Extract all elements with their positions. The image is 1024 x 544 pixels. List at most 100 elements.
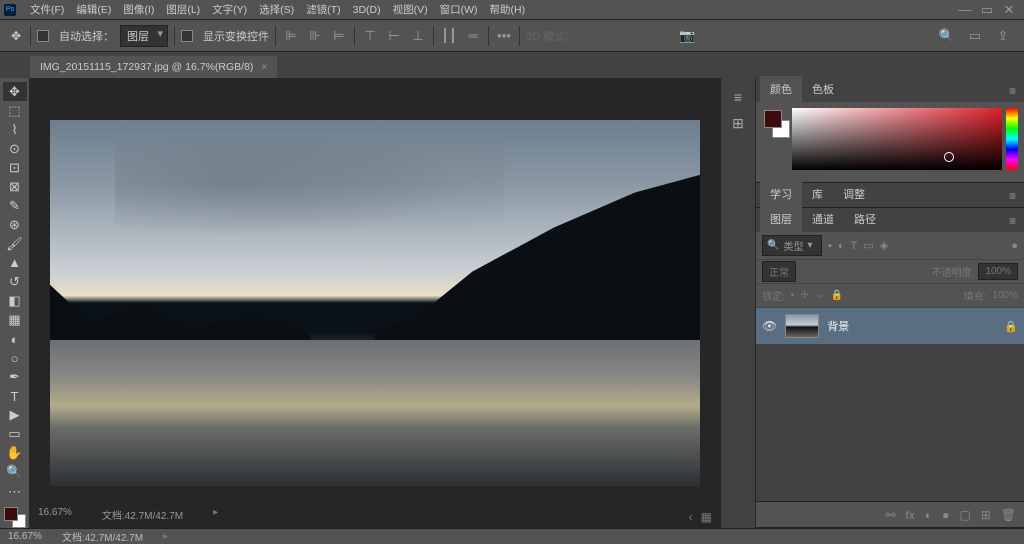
distribute-v-icon[interactable]: ═ — [464, 27, 482, 45]
layer-mask-icon[interactable]: ◐ — [925, 508, 932, 522]
path-select-tool[interactable]: ▶ — [3, 406, 27, 425]
menu-window[interactable]: 窗口(W) — [434, 0, 484, 20]
autoselect-dropdown[interactable]: 图层 — [120, 25, 168, 47]
autoselect-checkbox[interactable] — [37, 30, 49, 42]
showtransform-checkbox[interactable] — [181, 30, 193, 42]
brush-tool[interactable]: 🖌 — [3, 234, 27, 253]
more-icon[interactable]: ••• — [495, 27, 513, 45]
filter-smart-icon[interactable]: ◈ — [880, 239, 888, 252]
new-layer-icon[interactable]: ⊞ — [981, 508, 991, 522]
layer-row[interactable]: 👁 背景 🔒 — [756, 308, 1024, 344]
filter-pixel-icon[interactable]: ▪ — [828, 240, 832, 252]
tab-paths[interactable]: 路径 — [844, 206, 886, 232]
hand-tool[interactable]: ✋ — [3, 444, 27, 463]
zoom-tool[interactable]: 🔍 — [3, 463, 27, 482]
menu-edit[interactable]: 编辑(E) — [70, 0, 117, 20]
close-tab-icon[interactable]: × — [261, 62, 267, 73]
panel-menu-icon[interactable]: ≡ — [1001, 185, 1024, 207]
tab-color[interactable]: 颜色 — [760, 76, 802, 102]
canvas[interactable] — [50, 120, 700, 486]
dodge-tool[interactable]: ○ — [3, 349, 27, 368]
layer-filter-search[interactable]: 🔍 类型 ▾ — [762, 235, 822, 256]
panel-foreground-color[interactable] — [764, 110, 782, 128]
align-vmid-icon[interactable]: ⊢ — [385, 27, 403, 45]
doc-info-chevron-icon[interactable]: ▸ — [213, 507, 218, 522]
menu-filter[interactable]: 滤镜(T) — [300, 0, 346, 20]
tab-layers[interactable]: 图层 — [760, 206, 802, 232]
tab-adjustments[interactable]: 调整 — [833, 181, 875, 207]
tab-learn[interactable]: 学习 — [760, 181, 802, 207]
group-icon[interactable]: ▢ — [959, 508, 970, 522]
color-panel-swatch[interactable] — [762, 108, 786, 178]
align-right-icon[interactable]: ⊨ — [330, 27, 348, 45]
close-icon[interactable]: ✕ — [1002, 2, 1016, 18]
layer-name[interactable]: 背景 — [827, 318, 849, 334]
menu-file[interactable]: 文件(F) — [24, 0, 70, 20]
edit-toolbar[interactable]: ⋯ — [3, 482, 27, 501]
layer-fx-icon[interactable]: fx — [906, 508, 915, 522]
workspace-icon[interactable]: ▭ — [966, 27, 984, 45]
tab-swatches[interactable]: 色板 — [802, 76, 844, 102]
panel-menu-icon[interactable]: ≡ — [1001, 210, 1024, 232]
quick-select-tool[interactable]: ⊙ — [3, 139, 27, 158]
align-top-icon[interactable]: ⊤ — [361, 27, 379, 45]
move-tool-icon[interactable]: ✥ — [8, 28, 24, 44]
canvas-grid-icon[interactable]: ▦ — [701, 510, 712, 524]
move-tool[interactable]: ✥ — [3, 82, 27, 101]
link-layers-icon[interactable]: ⚯ — [885, 508, 895, 522]
distribute-h-icon[interactable]: ┃┃ — [440, 27, 458, 45]
status-chevron-icon[interactable]: ▸ — [163, 531, 168, 542]
tab-channels[interactable]: 通道 — [802, 206, 844, 232]
menu-view[interactable]: 视图(V) — [387, 0, 434, 20]
history-panel-icon[interactable]: ≡ — [726, 86, 750, 108]
lock-position-icon[interactable]: ✢ — [800, 290, 808, 301]
lock-pixels-icon[interactable]: ▪ — [791, 290, 795, 301]
frame-tool[interactable]: ⊠ — [3, 177, 27, 196]
filter-type-icon[interactable]: T — [851, 240, 858, 252]
color-swatch[interactable] — [4, 507, 26, 528]
lock-icon[interactable]: 🔒 — [1004, 320, 1018, 333]
document-tab[interactable]: IMG_20151115_172937.jpg @ 16.7%(RGB/8) × — [30, 56, 277, 78]
search-icon[interactable]: 🔍 — [938, 27, 956, 45]
marquee-tool[interactable]: ⬚ — [3, 101, 27, 120]
eraser-tool[interactable]: ◧ — [3, 292, 27, 311]
zoom-level[interactable]: 16.67% — [38, 507, 72, 522]
menu-image[interactable]: 图像(I) — [117, 0, 160, 20]
stamp-tool[interactable]: ▲ — [3, 253, 27, 272]
blur-tool[interactable]: ◐ — [3, 330, 27, 349]
color-field[interactable] — [792, 108, 1002, 170]
status-zoom[interactable]: 16.67% — [8, 531, 42, 542]
menu-help[interactable]: 帮助(H) — [484, 0, 532, 20]
opacity-input[interactable]: 100% — [978, 263, 1018, 280]
crop-tool[interactable]: ⊡ — [3, 158, 27, 177]
menu-type[interactable]: 文字(Y) — [206, 0, 253, 20]
adjustment-layer-icon[interactable]: ● — [942, 508, 949, 522]
menu-3d[interactable]: 3D(D) — [347, 1, 387, 19]
panel-menu-icon[interactable]: ≡ — [1001, 80, 1024, 102]
blend-mode-dropdown[interactable]: 正常 — [762, 261, 796, 282]
rectangle-tool[interactable]: ▭ — [3, 425, 27, 444]
properties-panel-icon[interactable]: ⊞ — [726, 112, 750, 134]
canvas-chevron-left-icon[interactable]: ‹ — [689, 510, 693, 524]
visibility-eye-icon[interactable]: 👁 — [762, 319, 777, 333]
fill-input[interactable]: 100% — [992, 290, 1018, 301]
filter-shape-icon[interactable]: ▭ — [863, 239, 873, 252]
tab-libraries[interactable]: 库 — [802, 181, 833, 207]
delete-layer-icon[interactable]: 🗑 — [1001, 508, 1016, 522]
layer-thumbnail[interactable] — [785, 314, 819, 338]
share-icon[interactable]: ⇪ — [994, 27, 1012, 45]
menu-layer[interactable]: 图层(L) — [160, 0, 206, 20]
gradient-tool[interactable]: ▦ — [3, 311, 27, 330]
menu-select[interactable]: 选择(S) — [253, 0, 300, 20]
minimize-icon[interactable]: — — [958, 2, 972, 18]
foreground-color[interactable] — [4, 507, 18, 521]
history-brush-tool[interactable]: ↺ — [3, 272, 27, 291]
filter-toggle-icon[interactable]: ● — [1011, 240, 1018, 252]
lock-artboard-icon[interactable]: ⇔ — [815, 290, 825, 301]
align-center-icon[interactable]: ⊪ — [306, 27, 324, 45]
hue-strip[interactable] — [1006, 108, 1018, 170]
maximize-icon[interactable]: ▭ — [980, 2, 994, 18]
align-left-icon[interactable]: ⊫ — [282, 27, 300, 45]
filter-adjust-icon[interactable]: ◐ — [838, 240, 845, 252]
type-tool[interactable]: T — [3, 387, 27, 406]
